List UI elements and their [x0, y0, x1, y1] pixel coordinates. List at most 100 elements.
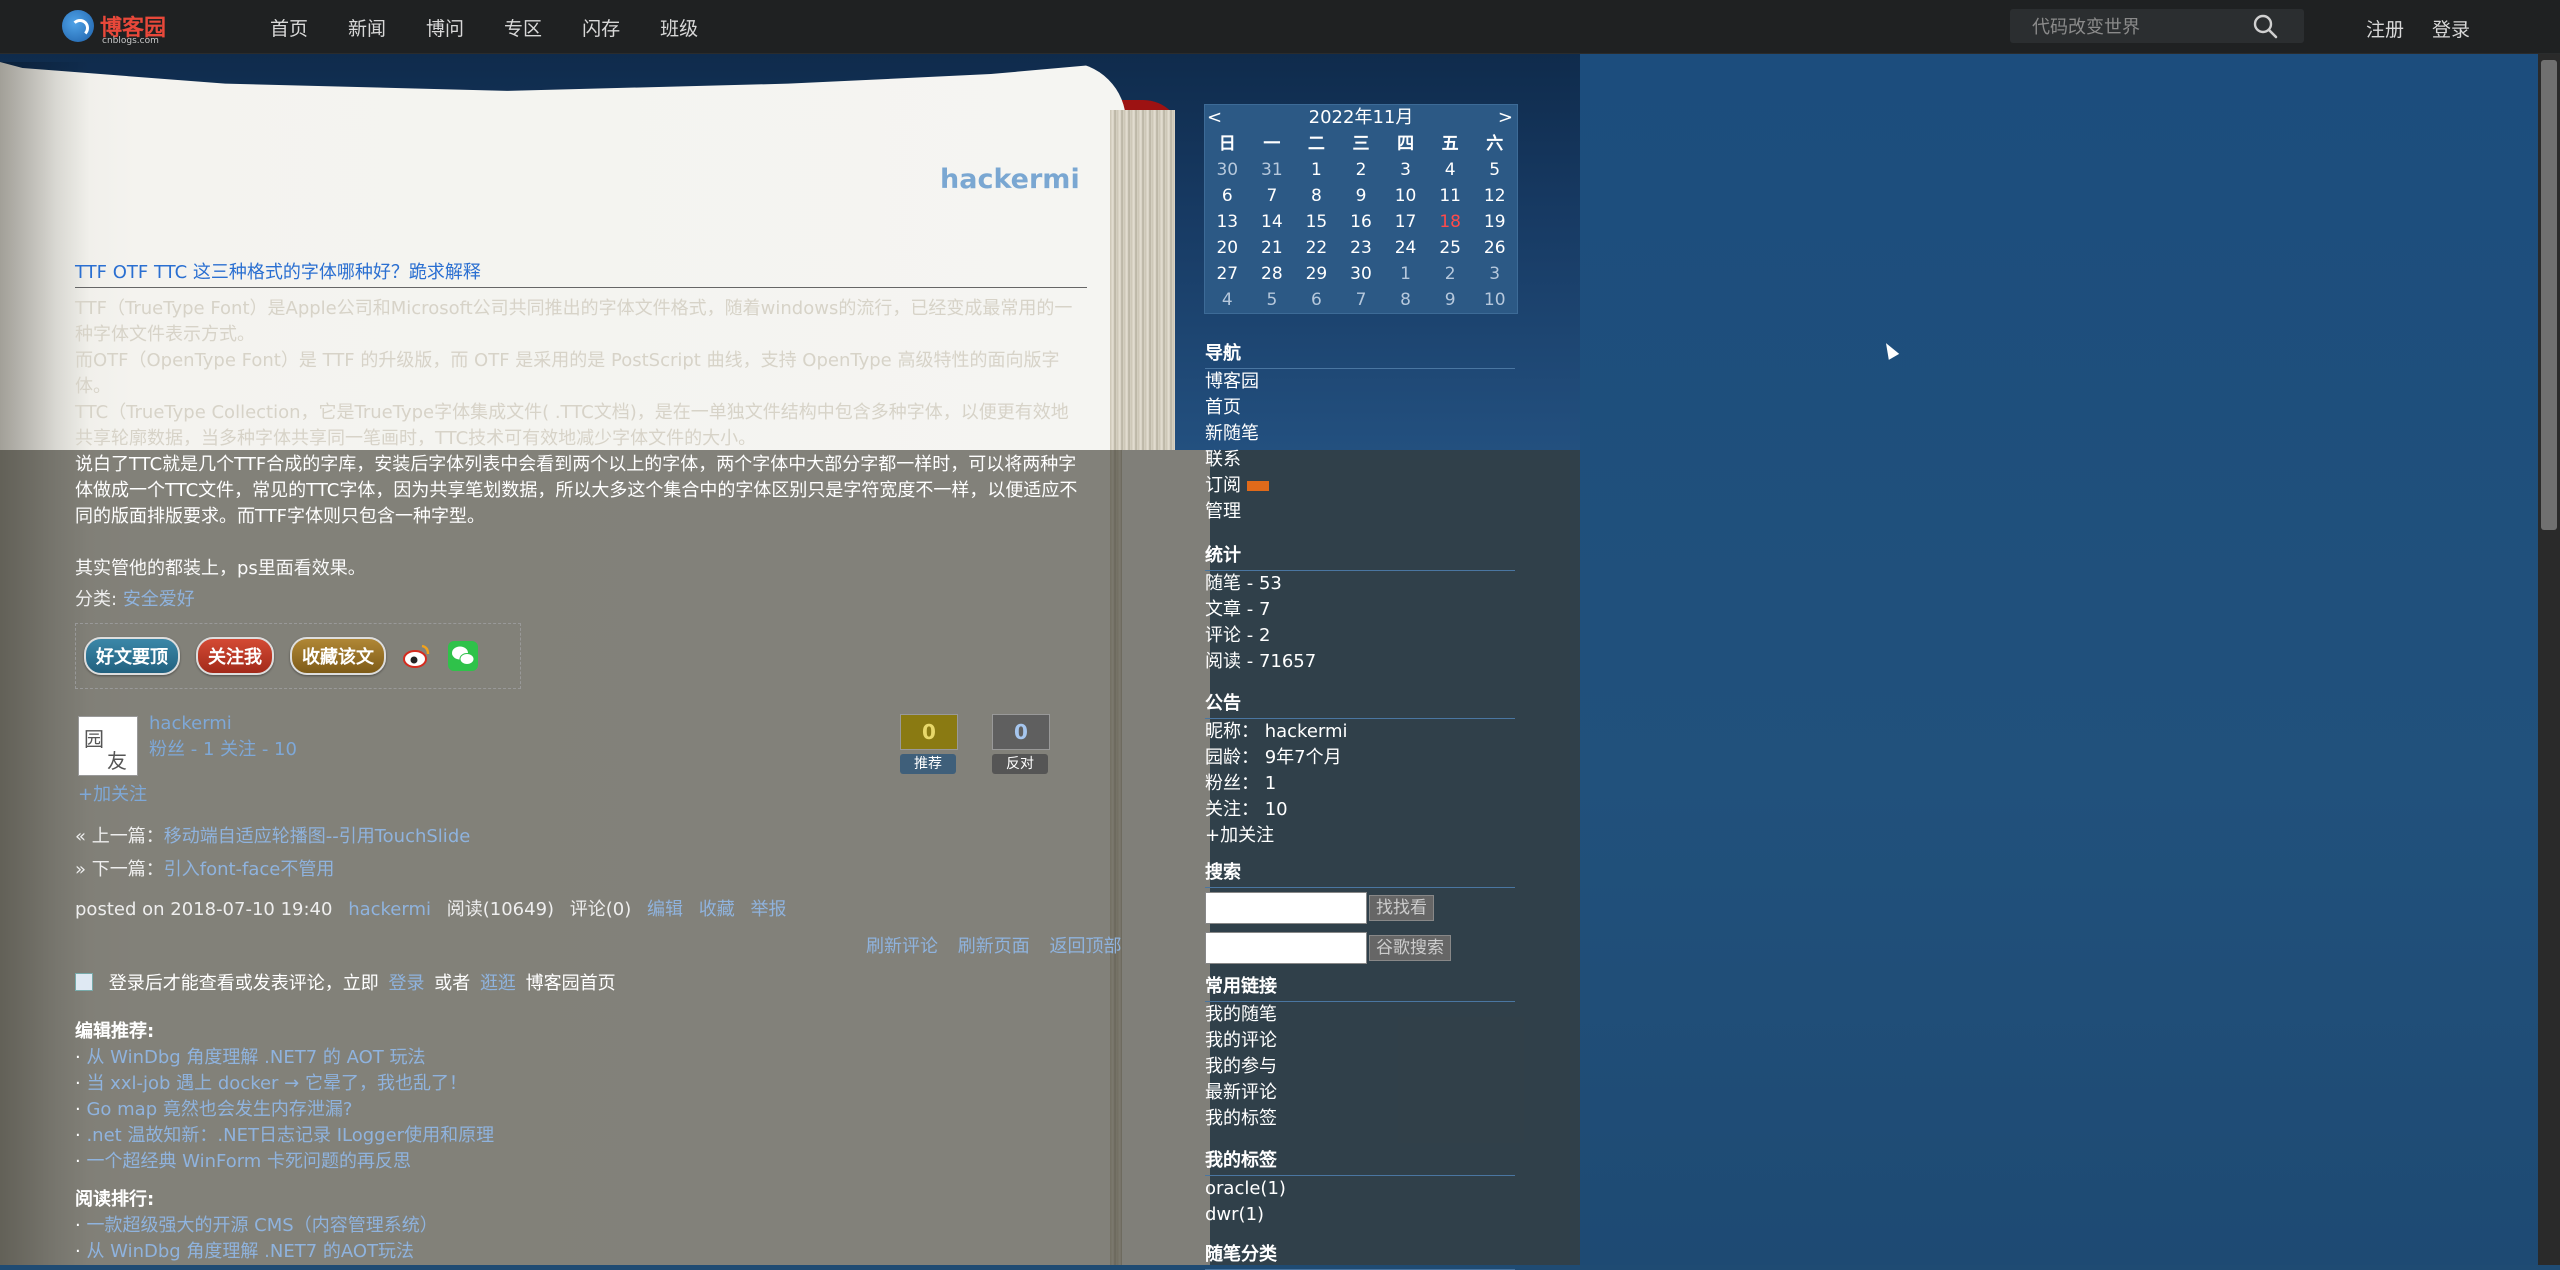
- calendar-day[interactable]: 19: [1472, 209, 1517, 235]
- add-follow-link[interactable]: +加关注: [78, 780, 147, 806]
- calendar-day[interactable]: 15: [1294, 209, 1339, 235]
- calendar-day[interactable]: 4: [1428, 157, 1473, 183]
- calendar-day[interactable]: 18: [1428, 209, 1473, 235]
- blog-search-input[interactable]: [1205, 892, 1367, 924]
- calendar-day[interactable]: 24: [1383, 235, 1428, 261]
- editor-recommend-link[interactable]: 一个超经典 WinForm 卡死问题的再反思: [86, 1151, 411, 1172]
- sidebar-item-cnblogs[interactable]: 博客园: [1205, 369, 1515, 395]
- calendar-day[interactable]: 9: [1428, 287, 1473, 313]
- calendar-day[interactable]: 26: [1472, 235, 1517, 261]
- calendar-day[interactable]: 1: [1294, 157, 1339, 183]
- calendar-day[interactable]: 9: [1339, 183, 1384, 209]
- favorite-link[interactable]: 收藏: [699, 899, 735, 920]
- avatar[interactable]: [78, 716, 138, 776]
- calendar-day[interactable]: 7: [1339, 287, 1384, 313]
- calendar-day[interactable]: 31: [1250, 157, 1295, 183]
- sidebar-item-home[interactable]: 首页: [1205, 395, 1515, 421]
- login-link[interactable]: 登录: [2432, 15, 2470, 42]
- link-my-posts[interactable]: 我的随笔: [1205, 1002, 1515, 1028]
- nav-questions[interactable]: 博问: [426, 14, 464, 41]
- read-rank-link[interactable]: 一款超级强大的开源 CMS（内容管理系统）: [86, 1215, 437, 1236]
- vote-down[interactable]: 0 反对: [992, 714, 1050, 774]
- calendar-day[interactable]: 14: [1250, 209, 1295, 235]
- calendar-day[interactable]: 27: [1205, 261, 1250, 287]
- editor-recommend-link[interactable]: .net 温故知新：.NET日志记录 ILogger使用和原理: [86, 1125, 494, 1146]
- browse-link[interactable]: 逛逛: [480, 973, 516, 994]
- calendar-day[interactable]: 6: [1205, 183, 1250, 209]
- calendar-day[interactable]: 21: [1250, 235, 1295, 261]
- calendar-next-button[interactable]: >: [1498, 105, 1513, 131]
- editor-recommend-link[interactable]: Go map 竟然也会发生内存泄漏?: [86, 1099, 352, 1120]
- calendar-day[interactable]: 13: [1205, 209, 1250, 235]
- nav-news[interactable]: 新闻: [348, 14, 386, 41]
- author-stats[interactable]: 粉丝 - 1 关注 - 10: [149, 735, 297, 761]
- tag-oracle[interactable]: oracle(1): [1205, 1176, 1515, 1202]
- calendar-day[interactable]: 7: [1250, 183, 1295, 209]
- calendar-day[interactable]: 10: [1472, 287, 1517, 313]
- sidebar-item-contact[interactable]: 联系: [1205, 447, 1515, 473]
- back-to-top-link[interactable]: 返回顶部: [1049, 936, 1121, 957]
- sidebar-item-new-post[interactable]: 新随笔: [1205, 421, 1515, 447]
- calendar-day[interactable]: 2: [1339, 157, 1384, 183]
- calendar-day[interactable]: 28: [1250, 261, 1295, 287]
- vote-up[interactable]: 0 推荐: [900, 714, 958, 774]
- calendar-day[interactable]: 12: [1472, 183, 1517, 209]
- register-link[interactable]: 注册: [2366, 15, 2404, 42]
- calendar-day[interactable]: 20: [1205, 235, 1250, 261]
- link-my-tags[interactable]: 我的标签: [1205, 1106, 1515, 1132]
- nav-home[interactable]: 首页: [270, 14, 308, 41]
- nav-flash[interactable]: 闪存: [582, 14, 620, 41]
- calendar-day[interactable]: 4: [1205, 287, 1250, 313]
- author-name[interactable]: hackermi: [149, 713, 232, 734]
- search-icon[interactable]: [2252, 13, 2278, 39]
- calendar-day[interactable]: 22: [1294, 235, 1339, 261]
- report-link[interactable]: 举报: [750, 899, 786, 920]
- edit-link[interactable]: 编辑: [647, 899, 683, 920]
- calendar-day[interactable]: 23: [1339, 235, 1384, 261]
- scrollbar-thumb[interactable]: [2541, 60, 2557, 530]
- notice-add-follow[interactable]: +加关注: [1205, 823, 1515, 849]
- google-search-input[interactable]: [1205, 932, 1367, 964]
- refresh-page-link[interactable]: 刷新页面: [958, 936, 1030, 957]
- calendar-day[interactable]: 25: [1428, 235, 1473, 261]
- refresh-comments-link[interactable]: 刷新评论: [866, 936, 938, 957]
- calendar-day[interactable]: 11: [1428, 183, 1473, 209]
- calendar-day[interactable]: 8: [1294, 183, 1339, 209]
- category-link[interactable]: 安全爱好: [123, 589, 195, 610]
- nav-class[interactable]: 班级: [660, 14, 698, 41]
- calendar-day[interactable]: 2: [1428, 261, 1473, 287]
- tag-dwr[interactable]: dwr(1): [1205, 1202, 1515, 1228]
- link-latest-comments[interactable]: 最新评论: [1205, 1080, 1515, 1106]
- calendar-day[interactable]: 16: [1339, 209, 1384, 235]
- weibo-icon[interactable]: [402, 641, 432, 671]
- nav-zones[interactable]: 专区: [504, 14, 542, 41]
- calendar-day[interactable]: 5: [1250, 287, 1295, 313]
- link-my-participation[interactable]: 我的参与: [1205, 1054, 1515, 1080]
- post-author-link[interactable]: hackermi: [348, 899, 431, 920]
- calendar-day[interactable]: 3: [1472, 261, 1517, 287]
- calendar-prev-button[interactable]: <: [1207, 105, 1222, 131]
- calendar-day[interactable]: 8: [1383, 287, 1428, 313]
- calendar-day[interactable]: 30: [1205, 157, 1250, 183]
- recommend-post-button[interactable]: 好文要顶: [84, 637, 180, 675]
- wechat-icon[interactable]: [448, 641, 478, 671]
- favorite-post-button[interactable]: 收藏该文: [290, 637, 386, 675]
- comment-login-link[interactable]: 登录: [388, 973, 424, 994]
- google-search-button[interactable]: 谷歌搜索: [1369, 935, 1451, 961]
- read-rank-link[interactable]: 从 WinDbg 角度理解 .NET7 的AOT玩法: [86, 1241, 414, 1262]
- calendar-day[interactable]: 29: [1294, 261, 1339, 287]
- next-post-link[interactable]: 引入font-face不管用: [164, 859, 335, 880]
- search-blog-button[interactable]: 找找看: [1369, 895, 1434, 921]
- calendar-day[interactable]: 17: [1383, 209, 1428, 235]
- sidebar-item-subscribe[interactable]: 订阅: [1205, 473, 1515, 499]
- link-my-comments[interactable]: 我的评论: [1205, 1028, 1515, 1054]
- calendar-day[interactable]: 10: [1383, 183, 1428, 209]
- follow-me-button[interactable]: 关注我: [196, 637, 274, 675]
- prev-post-link[interactable]: 移动端自适应轮播图--引用TouchSlide: [164, 826, 471, 847]
- sidebar-item-manage[interactable]: 管理: [1205, 499, 1515, 525]
- calendar-day[interactable]: 3: [1383, 157, 1428, 183]
- editor-recommend-link[interactable]: 当 xxl-job 遇上 docker → 它晕了，我也乱了！: [86, 1073, 467, 1094]
- editor-recommend-link[interactable]: 从 WinDbg 角度理解 .NET7 的 AOT 玩法: [86, 1047, 425, 1068]
- calendar-day[interactable]: 1: [1383, 261, 1428, 287]
- blog-title[interactable]: hackermi: [940, 164, 1080, 195]
